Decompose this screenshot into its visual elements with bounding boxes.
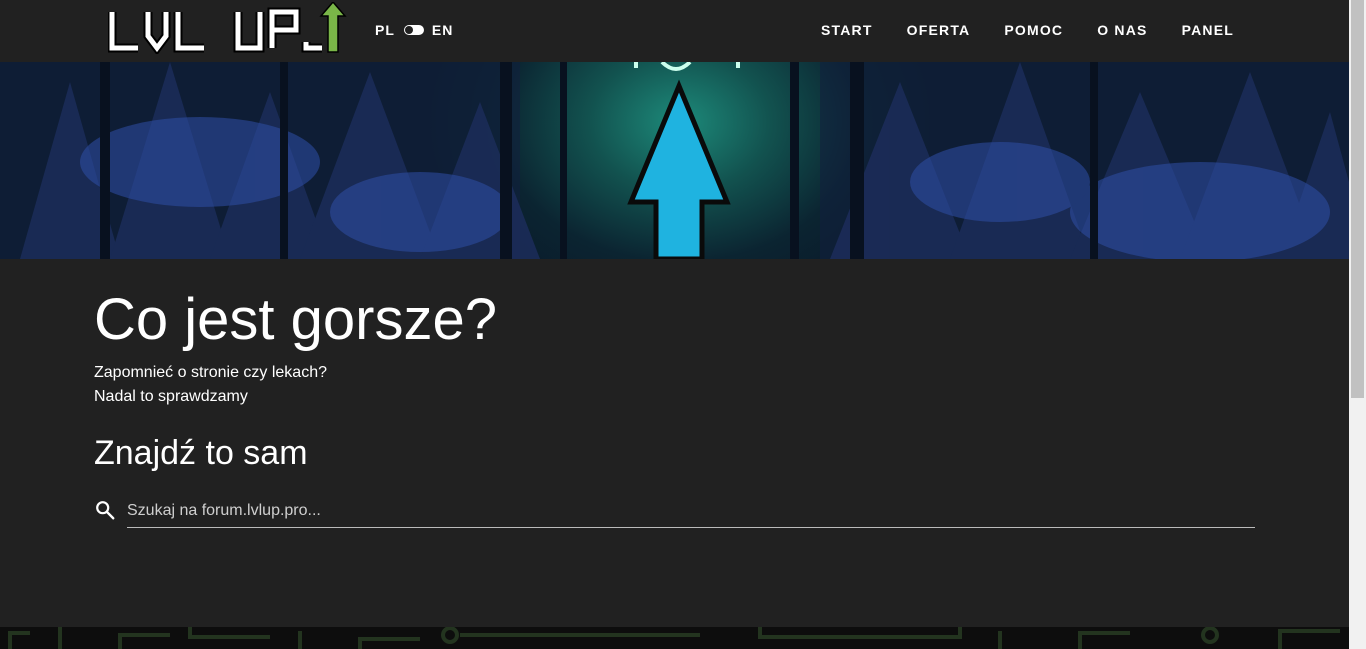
- hero-banner: [0, 62, 1349, 259]
- tagline-line-1: Zapomnieć o stronie czy lekach?: [94, 364, 327, 381]
- lang-en-label[interactable]: EN: [432, 22, 453, 38]
- scrollbar-thumb[interactable]: [1351, 0, 1364, 398]
- nav-pomoc[interactable]: POMOC: [1004, 22, 1063, 38]
- forum-search: [94, 496, 1255, 528]
- circuit-pattern: [8, 627, 1340, 649]
- nav-panel[interactable]: PANEL: [1182, 22, 1234, 38]
- logo[interactable]: [107, 0, 348, 56]
- logo-image: [107, 0, 347, 56]
- language-toggle[interactable]: [403, 25, 424, 35]
- main-content: Co jest gorsze? Zapomnieć o stronie czy …: [94, 285, 497, 473]
- page-title: Co jest gorsze?: [94, 287, 497, 352]
- search-input[interactable]: [127, 496, 1255, 528]
- nav-o-nas[interactable]: O NAS: [1097, 22, 1147, 38]
- nav-oferta[interactable]: OFERTA: [907, 22, 971, 38]
- page-scrollbar[interactable]: [1349, 0, 1366, 649]
- nav-start[interactable]: START: [821, 22, 873, 38]
- language-switcher[interactable]: PL EN: [375, 22, 453, 38]
- navbar: PL EN START OFERTA POMOC O NAS PANEL: [0, 0, 1349, 62]
- footer-circuit-band: [0, 627, 1349, 649]
- main-nav: START OFERTA POMOC O NAS PANEL: [821, 22, 1234, 38]
- forest-background: [0, 62, 1349, 259]
- lang-pl-label[interactable]: PL: [375, 22, 395, 38]
- search-icon[interactable]: [94, 499, 116, 521]
- tagline-line-2: Nadal to sprawdzamy: [94, 388, 248, 405]
- section-heading: Znajdź to sam: [94, 434, 308, 472]
